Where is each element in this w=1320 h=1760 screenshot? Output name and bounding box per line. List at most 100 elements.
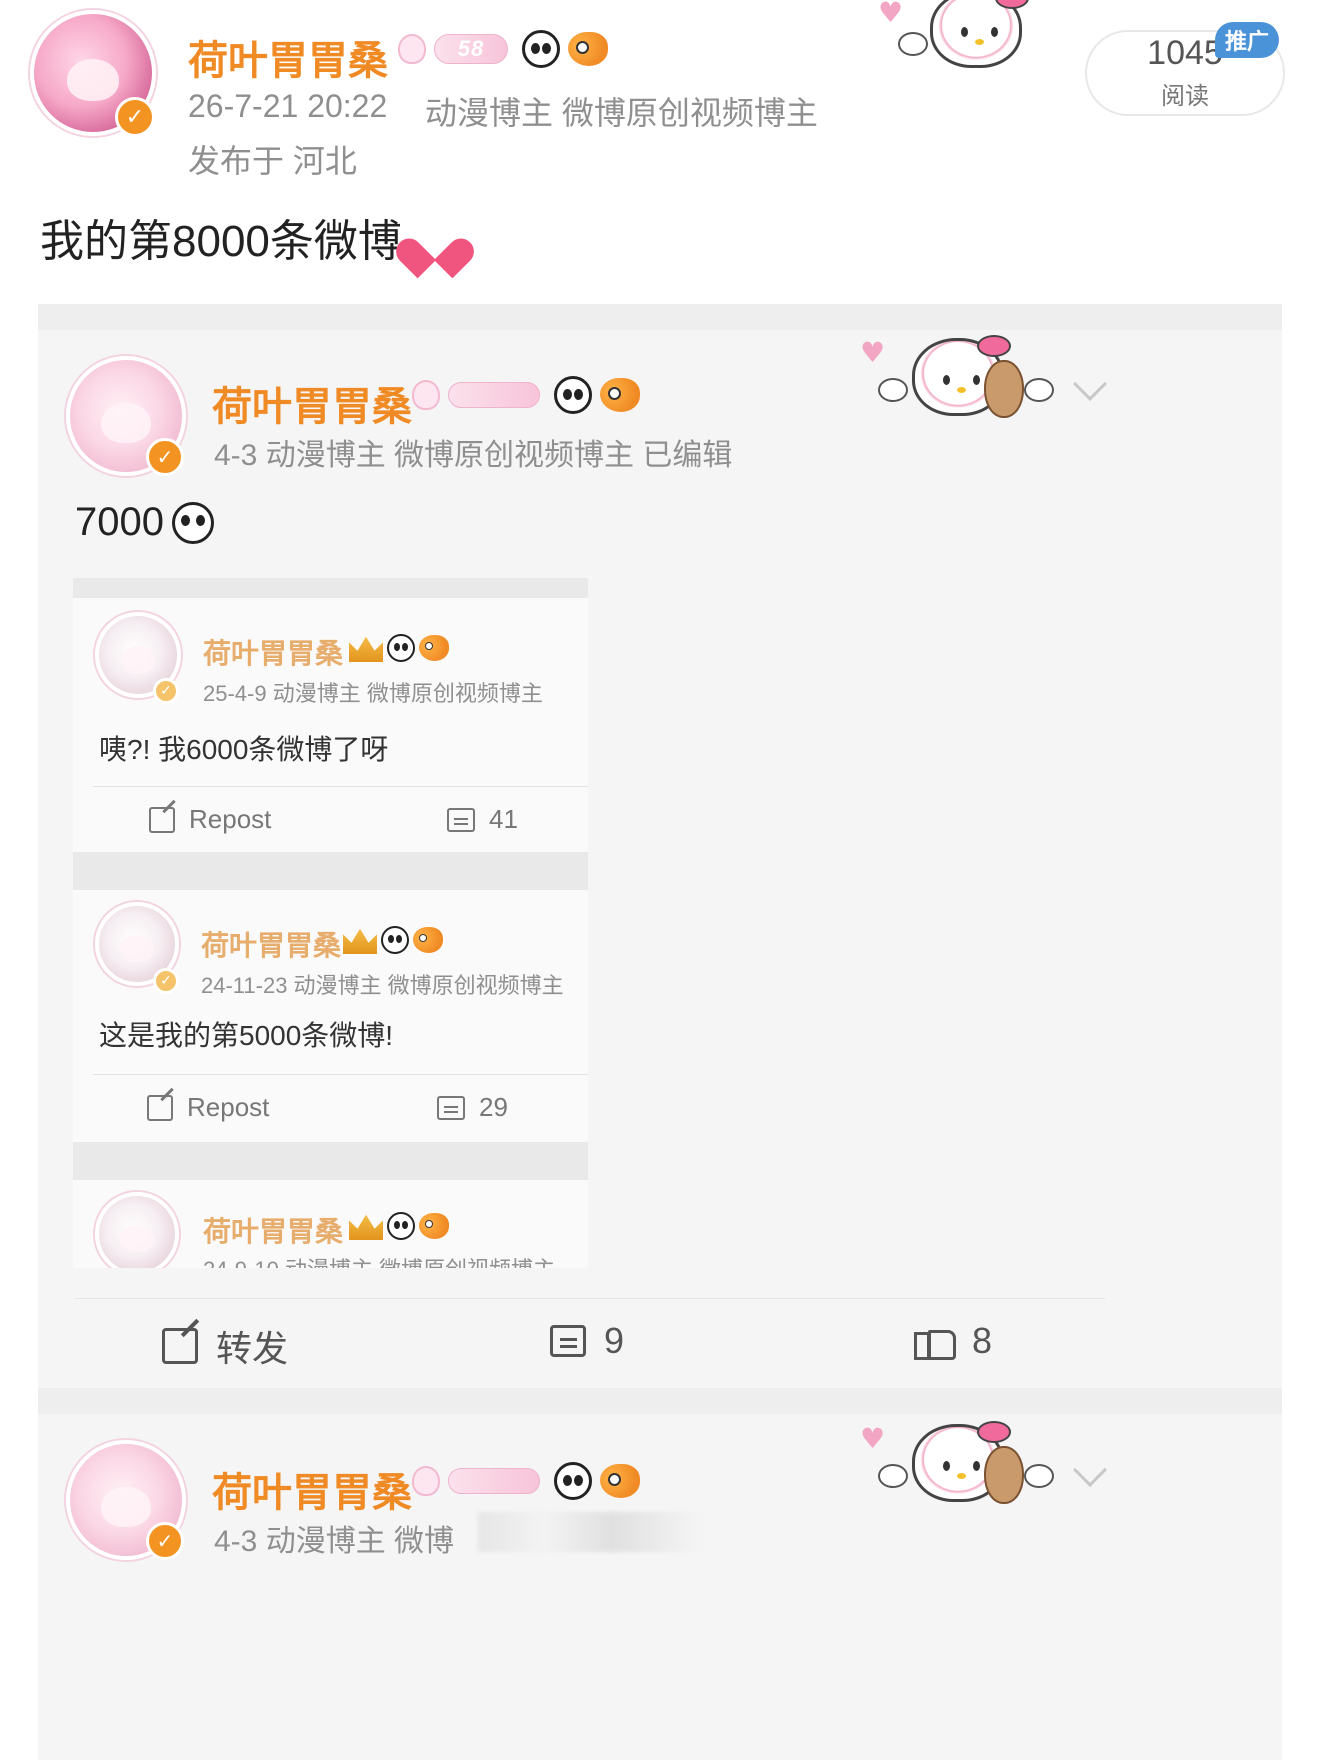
repost-label: 转发 xyxy=(216,1328,289,1369)
panda-icon xyxy=(554,376,592,414)
username[interactable]: 荷叶胃胃桑 xyxy=(188,28,388,86)
badge-row xyxy=(343,926,443,954)
fish-icon xyxy=(419,635,449,661)
level-badge xyxy=(448,1468,540,1494)
post-location: 发布于 河北 xyxy=(188,143,357,179)
divider xyxy=(38,304,1282,330)
author-tags: 动漫博主 微博原创视频博主 xyxy=(425,95,818,131)
fish-icon xyxy=(419,1213,449,1239)
post-timestamp: 26-7-21 20:22 xyxy=(188,88,388,124)
divider xyxy=(73,578,588,598)
badge-row xyxy=(412,1462,640,1500)
like-button[interactable]: 8 xyxy=(914,1320,992,1362)
badge-row xyxy=(349,1212,449,1240)
repost-button[interactable]: Repost xyxy=(149,804,271,835)
repost-username[interactable]: 荷叶胃胃桑 xyxy=(212,374,412,432)
promo-tag[interactable]: 推广 xyxy=(1215,22,1279,58)
comment-icon xyxy=(437,1095,465,1120)
edit-icon xyxy=(149,806,175,833)
meta: 24-9-10 动漫博主 微博原创视频博主 xyxy=(203,1252,555,1268)
bear-decoration xyxy=(984,360,1024,418)
repost-text: 7000 xyxy=(75,500,214,545)
edit-icon xyxy=(147,1094,173,1121)
bunny-icon xyxy=(398,34,426,64)
verified-badge: ✓ xyxy=(115,97,155,137)
avatar xyxy=(95,1192,179,1268)
comment-icon xyxy=(550,1325,586,1357)
fish-icon xyxy=(600,378,640,412)
meta: 4-3 动漫博主 微博 xyxy=(214,1525,455,1558)
divider xyxy=(75,1298,1105,1299)
badge-row xyxy=(412,376,640,414)
divider xyxy=(38,1388,1282,1414)
heart-icon xyxy=(410,218,460,262)
wing-decoration xyxy=(878,378,908,402)
divider xyxy=(73,852,588,890)
list-item: 荷叶胃胃桑 24-9-10 动漫博主 微博原创视频博主 xyxy=(73,1180,588,1268)
comment-icon xyxy=(447,807,475,832)
comment-count: 29 xyxy=(479,1092,508,1122)
crown-icon xyxy=(343,928,377,954)
panda-icon xyxy=(381,926,409,954)
badge-row xyxy=(349,634,449,662)
edit-icon xyxy=(162,1328,198,1364)
panda-icon xyxy=(387,1212,415,1240)
username[interactable]: 荷叶胃胃桑 xyxy=(212,1460,412,1518)
verified-badge: ✓ xyxy=(153,678,179,704)
post-text-content: 我的第8000条微博 xyxy=(40,217,402,266)
verified-badge: ✓ xyxy=(153,968,179,994)
panda-icon xyxy=(554,1462,592,1500)
repost-label: Repost xyxy=(187,1092,270,1122)
list-item: ✓ 荷叶胃胃桑 24-11-23 动漫博主 微博原创视频博主 这是我的第5000… xyxy=(73,890,588,1142)
comment-count: 41 xyxy=(489,804,518,834)
comment-button[interactable]: 41 xyxy=(447,804,518,835)
bear-decoration xyxy=(984,1446,1024,1504)
comment-button[interactable]: 9 xyxy=(550,1320,624,1362)
repost-button[interactable]: Repost xyxy=(147,1092,269,1123)
panda-icon xyxy=(387,634,415,662)
username: 荷叶胃胃桑 xyxy=(201,930,342,961)
comment-count: 9 xyxy=(604,1320,625,1361)
level-badge[interactable]: 58 xyxy=(434,34,508,64)
post-text: 我的第8000条微博 xyxy=(40,205,460,269)
crown-icon xyxy=(349,636,383,662)
read-label: 阅读 xyxy=(1161,82,1209,110)
repost-label: Repost xyxy=(189,804,272,834)
blurred-region xyxy=(478,1512,702,1552)
meta: 24-11-23 动漫博主 微博原创视频博主 xyxy=(201,973,564,998)
bunny-icon xyxy=(412,380,440,410)
post-text: 咦?! 我6000条微博了呀 xyxy=(99,734,389,765)
panda-icon xyxy=(522,30,560,68)
wing-decoration xyxy=(878,1464,908,1488)
fish-icon xyxy=(568,32,608,66)
divider xyxy=(73,1142,588,1180)
list-item: ✓ 荷叶胃胃桑 25-4-9 动漫博主 微博原创视频博主 咦?! 我6000条微… xyxy=(73,598,588,852)
username: 荷叶胃胃桑 xyxy=(203,1216,344,1247)
repost-button[interactable]: 转发 xyxy=(162,1320,288,1372)
like-count: 8 xyxy=(972,1320,993,1361)
badge-row: 58 xyxy=(398,30,608,68)
heart-decoration: ♥ xyxy=(878,0,904,29)
level-badge xyxy=(448,382,540,408)
comment-button[interactable]: 29 xyxy=(437,1092,508,1123)
bunny-icon xyxy=(412,1466,440,1496)
nested-screenshot: ✓ 荷叶胃胃桑 25-4-9 动漫博主 微博原创视频博主 咦?! 我6000条微… xyxy=(73,578,588,1268)
repost-text-content: 7000 xyxy=(75,500,164,544)
verified-badge: ✓ xyxy=(146,1522,184,1560)
username: 荷叶胃胃桑 xyxy=(203,638,344,669)
fish-icon xyxy=(413,927,443,953)
fish-icon xyxy=(600,1464,640,1498)
wing-decoration xyxy=(1024,378,1054,402)
heart-decoration: ♥ xyxy=(860,336,886,369)
divider xyxy=(93,1074,588,1075)
read-count: 1045 xyxy=(1147,33,1223,72)
wing-decoration xyxy=(1024,1464,1054,1488)
repost-meta: 4-3 动漫博主 微博原创视频博主 已编辑 xyxy=(214,439,733,472)
like-icon xyxy=(914,1322,956,1360)
wing-decoration xyxy=(898,32,928,56)
crown-icon xyxy=(349,1214,383,1240)
panda-icon xyxy=(171,501,214,544)
heart-decoration: ♥ xyxy=(860,1422,886,1455)
post-text: 这是我的第5000条微博! xyxy=(99,1020,394,1051)
hello-kitty-decoration xyxy=(930,0,1029,68)
